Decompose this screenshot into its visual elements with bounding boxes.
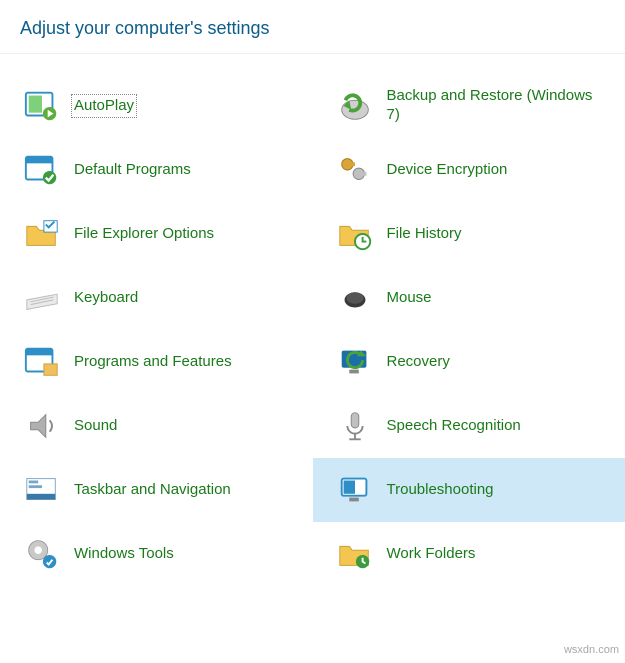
item-work-folders[interactable]: Work Folders xyxy=(313,522,625,586)
folder-options-icon xyxy=(22,214,62,254)
keyboard-icon xyxy=(22,278,62,318)
watermark: wsxdn.com xyxy=(564,644,619,656)
item-windows-tools[interactable]: Windows Tools xyxy=(0,522,313,586)
autoplay-icon xyxy=(22,86,62,126)
device-encryption-icon xyxy=(335,150,375,190)
default-programs-icon xyxy=(22,150,62,190)
item-label-troubleshooting[interactable]: Troubleshooting xyxy=(387,481,494,500)
windows-tools-icon xyxy=(22,534,62,574)
item-keyboard[interactable]: Keyboard xyxy=(0,266,313,330)
item-file-history[interactable]: File History xyxy=(313,202,625,266)
header: Adjust your computer's settings xyxy=(0,0,625,54)
item-label-device-encryption[interactable]: Device Encryption xyxy=(387,161,508,180)
item-speech-recognition[interactable]: Speech Recognition xyxy=(313,394,625,458)
settings-grid: AutoPlay Backup and Restore (Windows 7) De… xyxy=(0,54,625,586)
item-label-file-explorer-options[interactable]: File Explorer Options xyxy=(74,225,214,244)
backup-icon xyxy=(335,86,375,126)
item-programs-features[interactable]: Programs and Features xyxy=(0,330,313,394)
item-label-backup-restore[interactable]: Backup and Restore (Windows 7) xyxy=(387,87,608,125)
item-sound[interactable]: Sound xyxy=(0,394,313,458)
item-mouse[interactable]: Mouse xyxy=(313,266,625,330)
item-label-work-folders[interactable]: Work Folders xyxy=(387,545,476,564)
sound-icon xyxy=(22,406,62,446)
item-label-keyboard[interactable]: Keyboard xyxy=(74,289,138,308)
work-folders-icon xyxy=(335,534,375,574)
troubleshooting-icon xyxy=(335,470,375,510)
item-label-default-programs[interactable]: Default Programs xyxy=(74,161,191,180)
item-label-programs-features[interactable]: Programs and Features xyxy=(74,353,232,372)
page-title: Adjust your computer's settings xyxy=(20,18,605,39)
speech-icon xyxy=(335,406,375,446)
item-file-explorer-options[interactable]: File Explorer Options xyxy=(0,202,313,266)
mouse-icon xyxy=(335,278,375,318)
item-default-programs[interactable]: Default Programs xyxy=(0,138,313,202)
item-label-file-history[interactable]: File History xyxy=(387,225,462,244)
item-label-speech-recognition[interactable]: Speech Recognition xyxy=(387,417,521,436)
item-label-windows-tools[interactable]: Windows Tools xyxy=(74,545,174,564)
item-label-mouse[interactable]: Mouse xyxy=(387,289,432,308)
item-label-autoplay[interactable]: AutoPlay xyxy=(74,97,134,116)
item-label-taskbar-navigation[interactable]: Taskbar and Navigation xyxy=(74,481,231,500)
item-troubleshooting[interactable]: Troubleshooting xyxy=(313,458,625,522)
item-backup-restore[interactable]: Backup and Restore (Windows 7) xyxy=(313,74,625,138)
item-autoplay[interactable]: AutoPlay xyxy=(0,74,313,138)
item-taskbar-navigation[interactable]: Taskbar and Navigation xyxy=(0,458,313,522)
item-label-recovery[interactable]: Recovery xyxy=(387,353,450,372)
recovery-icon xyxy=(335,342,375,382)
item-recovery[interactable]: Recovery xyxy=(313,330,625,394)
item-label-sound[interactable]: Sound xyxy=(74,417,117,436)
programs-features-icon xyxy=(22,342,62,382)
item-device-encryption[interactable]: Device Encryption xyxy=(313,138,625,202)
file-history-icon xyxy=(335,214,375,254)
taskbar-icon xyxy=(22,470,62,510)
